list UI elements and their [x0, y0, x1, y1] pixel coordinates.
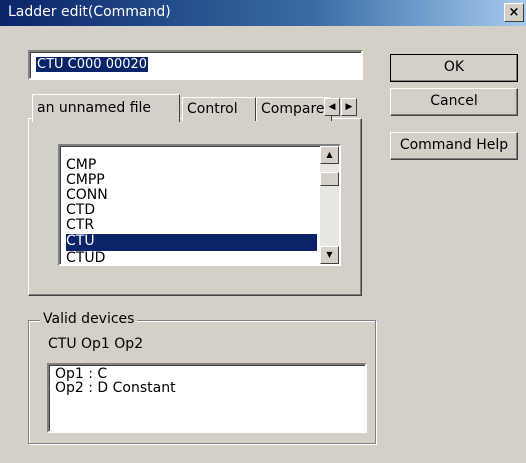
list-item[interactable]: CMPP [66, 173, 317, 188]
device-line: Op1 : C [55, 366, 108, 382]
device-description-box: Op1 : C Op2 : D Constant [47, 363, 367, 433]
list-item-selected[interactable]: CTU [66, 234, 317, 251]
list-item[interactable]: CTD [66, 203, 317, 218]
device-line: Op2 : D Constant [55, 380, 176, 396]
list-scrollbar[interactable]: ▲ ▼ [320, 146, 339, 264]
cancel-button[interactable]: Cancel [390, 88, 518, 116]
scroll-up-icon[interactable]: ▲ [320, 146, 339, 164]
command-input-value: CTU C000 00020 [36, 57, 149, 72]
close-button[interactable]: × [504, 3, 524, 22]
list-item[interactable]: CONN [66, 188, 317, 203]
list-item[interactable]: CMP [66, 158, 317, 173]
list-item[interactable]: CTUD [66, 251, 317, 265]
instruction-listbox[interactable]: CMP CMPP CONN CTD CTR CTU CTUD ▲ ▼ [58, 144, 341, 266]
window-title: Ladder edit(Command) [8, 4, 171, 20]
tab-compare[interactable]: Compare [256, 97, 332, 121]
scroll-down-icon[interactable]: ▼ [320, 246, 339, 264]
list-item[interactable]: CTR [66, 218, 317, 233]
tab-unnamed-file[interactable]: an unnamed file [32, 94, 180, 122]
command-input[interactable]: CTU C000 00020 [28, 50, 363, 80]
command-syntax: CTU Op1 Op2 [48, 336, 144, 352]
tab-control[interactable]: Control [182, 97, 256, 121]
scroll-thumb[interactable] [320, 172, 339, 186]
close-icon: × [508, 5, 520, 20]
tab-scroll-right-icon[interactable]: ▶ [341, 98, 357, 116]
valid-devices-title: Valid devices [40, 311, 138, 327]
tab-scroll-left-icon[interactable]: ◀ [324, 98, 340, 116]
command-help-button[interactable]: Command Help [390, 132, 518, 160]
title-bar: Ladder edit(Command) × [0, 0, 526, 26]
ok-button[interactable]: OK [390, 54, 518, 82]
